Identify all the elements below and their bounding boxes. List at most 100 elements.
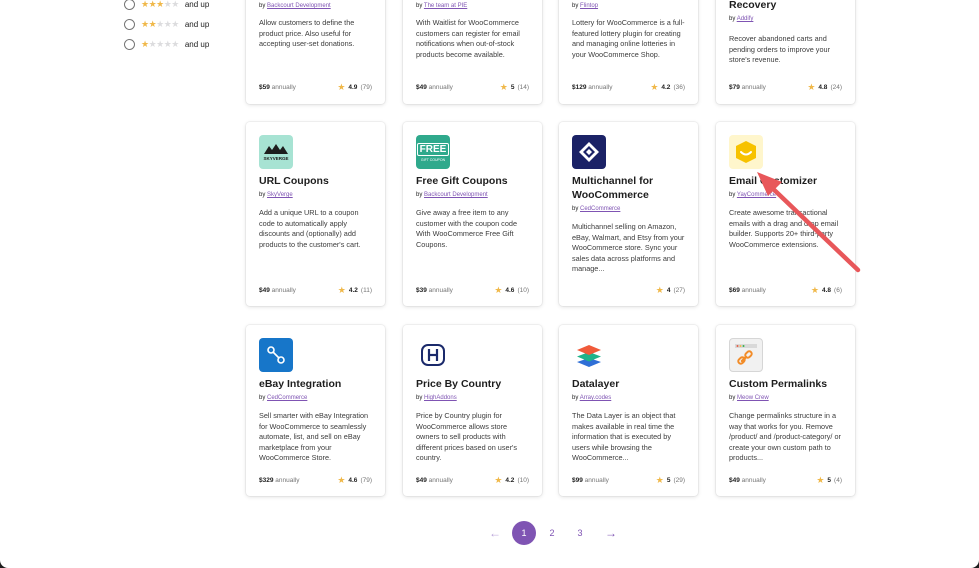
card-author-line: by HighAddons	[416, 395, 457, 401]
card-price: $329 annually	[259, 477, 300, 484]
rating-suffix: and up	[184, 0, 210, 9]
author-link[interactable]: Array.codes	[580, 395, 612, 401]
card-footer: $69 annually ★ 4.8 (6)	[729, 285, 842, 296]
rating-option-3[interactable]: ★★★★★ and up	[124, 0, 234, 14]
card-description: Multichannel selling on Amazon, eBay, Wa…	[572, 222, 685, 273]
product-card[interactable]: SKYVERGE URL Coupons by SkyVerge Add a u…	[246, 122, 385, 306]
rating-option-1[interactable]: ★★★★★ and up	[124, 34, 234, 54]
card-rating: ★ 4.9 (79)	[337, 82, 372, 92]
radio-button[interactable]	[124, 38, 135, 50]
star-icon: ★	[655, 475, 664, 485]
card-rating: ★ 5 (29)	[655, 475, 685, 485]
author-link[interactable]: Backcourt Development	[424, 192, 488, 198]
star-icon: ★	[810, 285, 819, 295]
card-description: With Waitlist for WooCommerce customers …	[416, 18, 520, 59]
card-footer: $79 annually ★ 4.8 (24)	[729, 82, 842, 93]
permalink-chain-icon	[729, 338, 763, 372]
rating-option-2[interactable]: ★★★★★ and up	[124, 14, 234, 34]
star-icon: ★	[816, 475, 825, 485]
card-rating: ★ 5 (14)	[499, 82, 529, 92]
star-icon: ★	[337, 82, 346, 92]
next-page-arrow-icon[interactable]: →	[604, 526, 618, 540]
product-card[interactable]: Price By Country by HighAddons Price by …	[403, 325, 542, 496]
product-card[interactable]: FREE GIFT COUPON Free Gift Coupons by Ba…	[403, 122, 542, 306]
card-title[interactable]: Custom Permalinks	[729, 377, 845, 391]
card-title[interactable]: Price By Country	[416, 377, 532, 391]
free-gift-coupon-text: FREE	[416, 142, 450, 156]
card-rating: ★ 4 (27)	[655, 285, 685, 295]
card-title[interactable]: Recovery	[729, 0, 845, 12]
card-title[interactable]: URL Coupons	[259, 174, 375, 188]
author-link[interactable]: SkyVerge	[267, 192, 293, 198]
star-rating-icons: ★★★★★	[141, 38, 179, 49]
star-icon: ★	[650, 82, 659, 92]
card-title[interactable]: Email Customizer	[729, 174, 845, 188]
star-icon: ★	[494, 285, 503, 295]
card-author-line: by CedCommerce	[572, 206, 621, 212]
card-rating: ★ 4.6 (10)	[494, 285, 529, 295]
card-footer: $59 annually ★ 4.9 (79)	[259, 82, 372, 93]
card-author-line: by Array.codes	[572, 395, 612, 401]
card-price: $79 annually	[729, 84, 766, 91]
card-rating: ★ 5 (4)	[816, 475, 842, 485]
product-card[interactable]: Datalayer by Array.codes The Data Layer …	[559, 325, 698, 496]
card-description: Give away a free item to any customer wi…	[416, 208, 517, 249]
card-footer: ★ 4 (27)	[572, 285, 685, 296]
radio-button[interactable]	[124, 18, 135, 30]
pagination: ← 1 2 3 →	[488, 521, 618, 545]
author-link[interactable]: Backcourt Development	[267, 3, 331, 9]
card-footer: $129 annually ★ 4.2 (36)	[572, 82, 685, 93]
author-link[interactable]: Addify	[737, 16, 754, 22]
author-link[interactable]: Flintop	[580, 3, 598, 9]
rating-filter: ★★★★★ and up ★★★★★ and up ★★★★★ and up	[124, 0, 234, 54]
card-description: Add a unique URL to a coupon code to aut…	[259, 208, 361, 249]
card-author-line: by CedCommerce	[259, 395, 308, 401]
card-title[interactable]: Multichannel for WooCommerce	[572, 174, 668, 202]
card-description: The Data Layer is an object that makes a…	[572, 411, 676, 462]
card-description: Sell smarter with eBay Integration for W…	[259, 411, 369, 462]
product-card[interactable]: Multichannel for WooCommerce by CedComme…	[559, 122, 698, 306]
card-title[interactable]: eBay Integration	[259, 377, 375, 391]
page-bottom-edge	[0, 560, 979, 568]
star-icon: ★	[494, 475, 503, 485]
card-rating: ★ 4.6 (79)	[337, 475, 372, 485]
card-author-line: by Backcourt Development	[416, 192, 488, 198]
author-link[interactable]: YayCommerce	[737, 192, 776, 198]
rating-suffix: and up	[184, 39, 210, 49]
layers-logo-icon	[572, 338, 606, 372]
card-price: $59 annually	[259, 84, 296, 91]
card-price: $49 annually	[416, 477, 453, 484]
author-link[interactable]: CedCommerce	[267, 395, 307, 401]
card-footer: $99 annually ★ 5 (29)	[572, 475, 685, 486]
product-card[interactable]: Custom Permalinks by Meow Crew Change pe…	[716, 325, 855, 496]
author-link[interactable]: The team at PIE	[424, 3, 467, 9]
author-link[interactable]: Meow Crew	[737, 395, 769, 401]
previous-page-arrow-icon[interactable]: ←	[488, 526, 502, 540]
card-description: Recover abandoned carts and pending orde…	[729, 34, 830, 64]
product-card[interactable]: by Backcourt Development Allow customers…	[246, 0, 385, 104]
skyverge-logo-icon: SKYVERGE	[259, 135, 293, 169]
card-author-line: by Flintop	[572, 3, 599, 9]
card-author-line: by YayCommerce	[729, 192, 777, 198]
page-2-button[interactable]: 2	[540, 521, 564, 545]
radio-button[interactable]	[124, 0, 135, 10]
free-gift-coupon-subtext: GIFT COUPON	[420, 157, 446, 162]
page-3-button[interactable]: 3	[568, 521, 592, 545]
card-title[interactable]: Datalayer	[572, 377, 688, 391]
product-card[interactable]: by The team at PIE With Waitlist for Woo…	[403, 0, 542, 104]
page-1-button[interactable]: 1	[512, 521, 536, 545]
card-price: $49 annually	[259, 287, 296, 294]
card-rating: ★ 4.8 (6)	[810, 285, 842, 295]
product-card[interactable]: eBay Integration by CedCommerce Sell sma…	[246, 325, 385, 496]
product-card[interactable]: by Flintop Lottery for WooCommerce is a …	[559, 0, 698, 104]
author-link[interactable]: HighAddons	[424, 395, 457, 401]
card-price: $39 annually	[416, 287, 453, 294]
card-price: $49 annually	[729, 477, 766, 484]
card-rating: ★ 4.2 (36)	[650, 82, 685, 92]
card-footer: $49 annually ★ 4.2 (11)	[259, 285, 372, 296]
author-link[interactable]: CedCommerce	[580, 206, 620, 212]
product-card[interactable]: Email Customizer by YayCommerce Create a…	[716, 122, 855, 306]
card-title[interactable]: Free Gift Coupons	[416, 174, 532, 188]
free-gift-coupon-icon: FREE GIFT COUPON	[416, 135, 450, 169]
product-card[interactable]: Recovery by Addify Recover abandoned car…	[716, 0, 855, 104]
